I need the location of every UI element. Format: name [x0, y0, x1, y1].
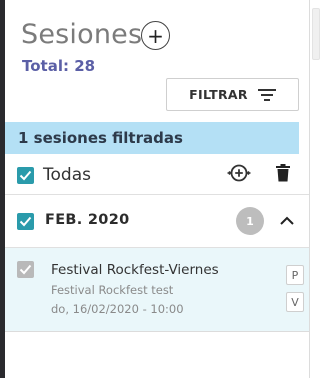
session-tag-v[interactable]: V — [286, 292, 304, 312]
check-icon — [19, 170, 32, 181]
filtered-count-banner: 1 sesiones filtradas — [5, 122, 299, 154]
divider — [5, 194, 309, 195]
filter-button[interactable]: FILTRAR — [166, 78, 299, 111]
select-all-label: Todas — [43, 165, 91, 185]
session-tag-p[interactable]: P — [286, 265, 304, 285]
collapse-group-button[interactable] — [278, 212, 296, 228]
add-session-button[interactable]: + — [141, 21, 170, 50]
circle-plus-arrows-icon — [227, 164, 251, 182]
filter-lines-icon — [257, 88, 276, 101]
total-count: Total: 28 — [22, 57, 96, 75]
trash-icon — [276, 164, 290, 182]
session-title: Festival Rockfest-Viernes — [51, 262, 219, 278]
delete-button[interactable] — [273, 163, 293, 183]
page-title: Sesiones — [21, 19, 143, 50]
plus-circle-icon: + — [147, 23, 164, 48]
scrollbar-thumb[interactable] — [312, 8, 320, 60]
session-subtitle: Festival Rockfest test — [51, 283, 174, 297]
right-scroll-area — [310, 0, 322, 378]
group-count: 1 — [246, 214, 254, 228]
session-list-item[interactable]: Festival Rockfest-Viernes Festival Rockf… — [5, 248, 309, 332]
chevron-up-icon — [280, 216, 294, 225]
group-checkbox[interactable] — [17, 213, 34, 230]
check-icon — [19, 264, 32, 275]
select-all-checkbox[interactable] — [17, 167, 34, 184]
group-count-badge: 1 — [236, 207, 264, 235]
session-date: do, 16/02/2020 - 10:00 — [51, 302, 184, 316]
filtered-count-text: 1 sesiones filtradas — [18, 129, 183, 147]
group-month-label: FEB. 2020 — [45, 212, 130, 228]
filter-button-label: FILTRAR — [189, 87, 248, 102]
session-checkbox[interactable] — [17, 261, 34, 278]
check-icon — [19, 216, 32, 227]
add-to-button[interactable] — [226, 161, 252, 185]
